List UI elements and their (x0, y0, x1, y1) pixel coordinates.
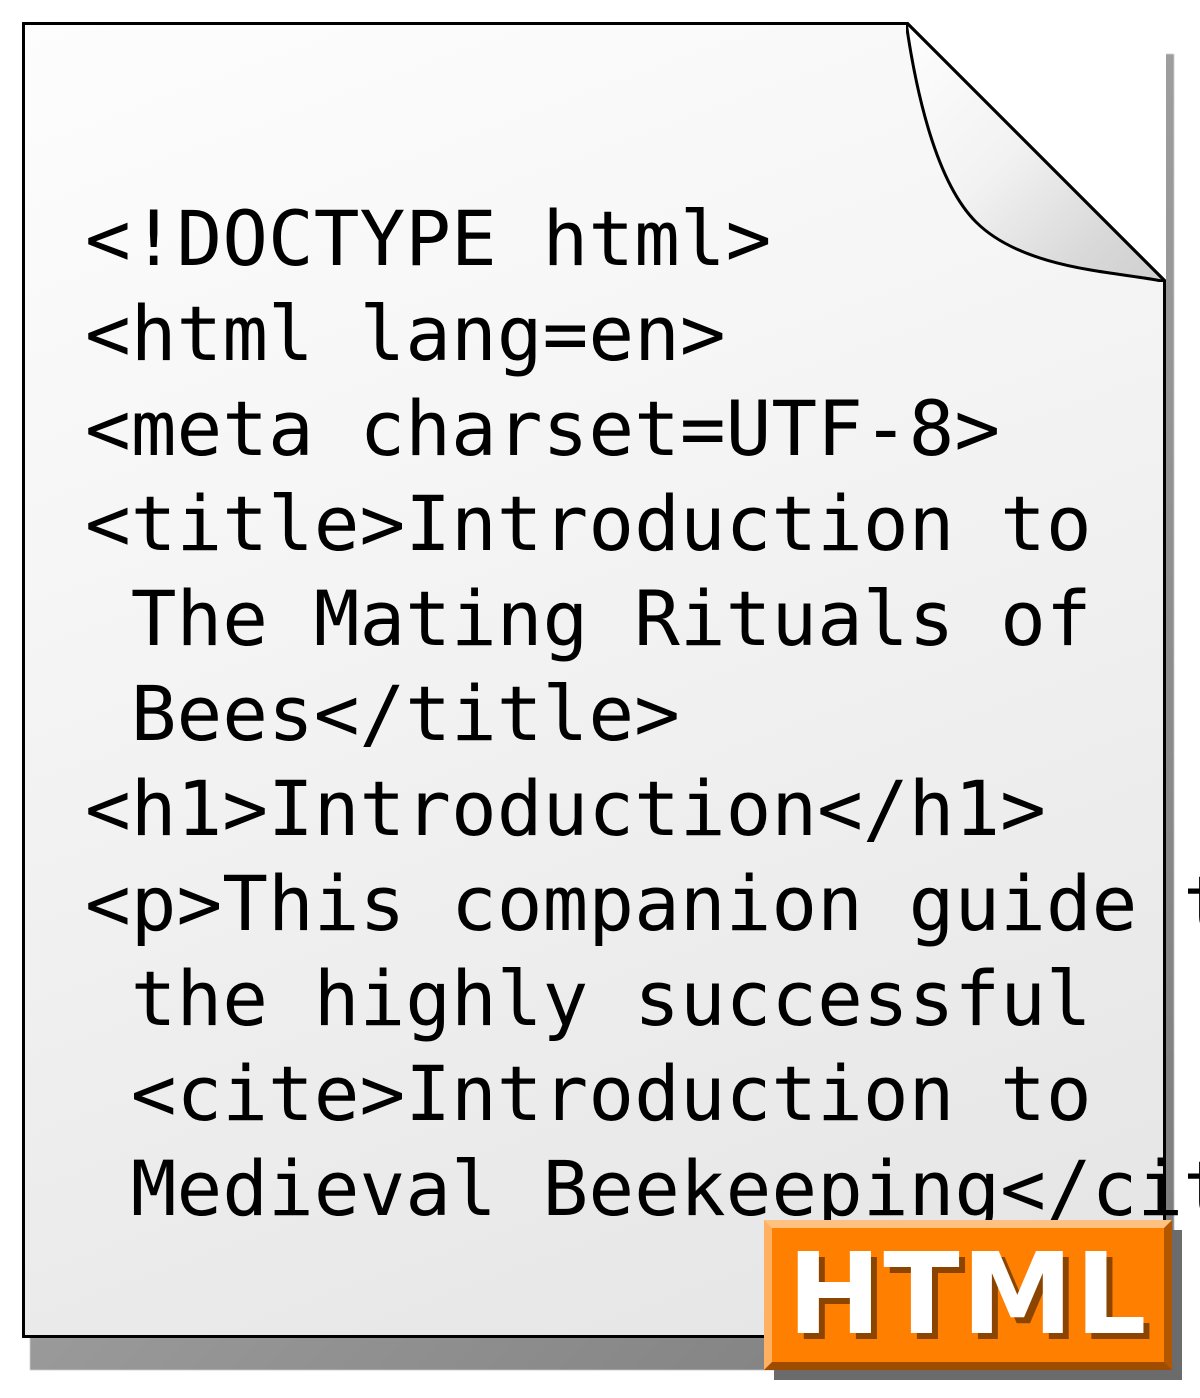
code-line: <!DOCTYPE html> (85, 194, 771, 283)
folded-corner-icon (906, 22, 1166, 282)
code-line: <h1>Introduction</h1> (85, 764, 1046, 853)
html-file-icon: <!DOCTYPE html> <html lang=en> <meta cha… (0, 0, 1200, 1398)
code-line: <html lang=en> (85, 289, 726, 378)
document-page: <!DOCTYPE html> <html lang=en> <meta cha… (22, 22, 1166, 1338)
code-snippet: <!DOCTYPE html> <html lang=en> <meta cha… (85, 191, 1200, 1236)
code-line: the highly successful (85, 954, 1092, 1043)
code-line: <p>This companion guide to (85, 859, 1200, 948)
code-line: <meta charset=UTF-8> (85, 384, 1000, 473)
code-line: Bees</title> (85, 669, 680, 758)
code-line: <title>Introduction to (85, 479, 1092, 568)
file-type-badge: HTML (764, 1220, 1172, 1370)
code-line: The Mating Rituals of (85, 574, 1092, 663)
badge-label: HTML (788, 1239, 1149, 1351)
code-line: <cite>Introduction to (85, 1049, 1092, 1138)
